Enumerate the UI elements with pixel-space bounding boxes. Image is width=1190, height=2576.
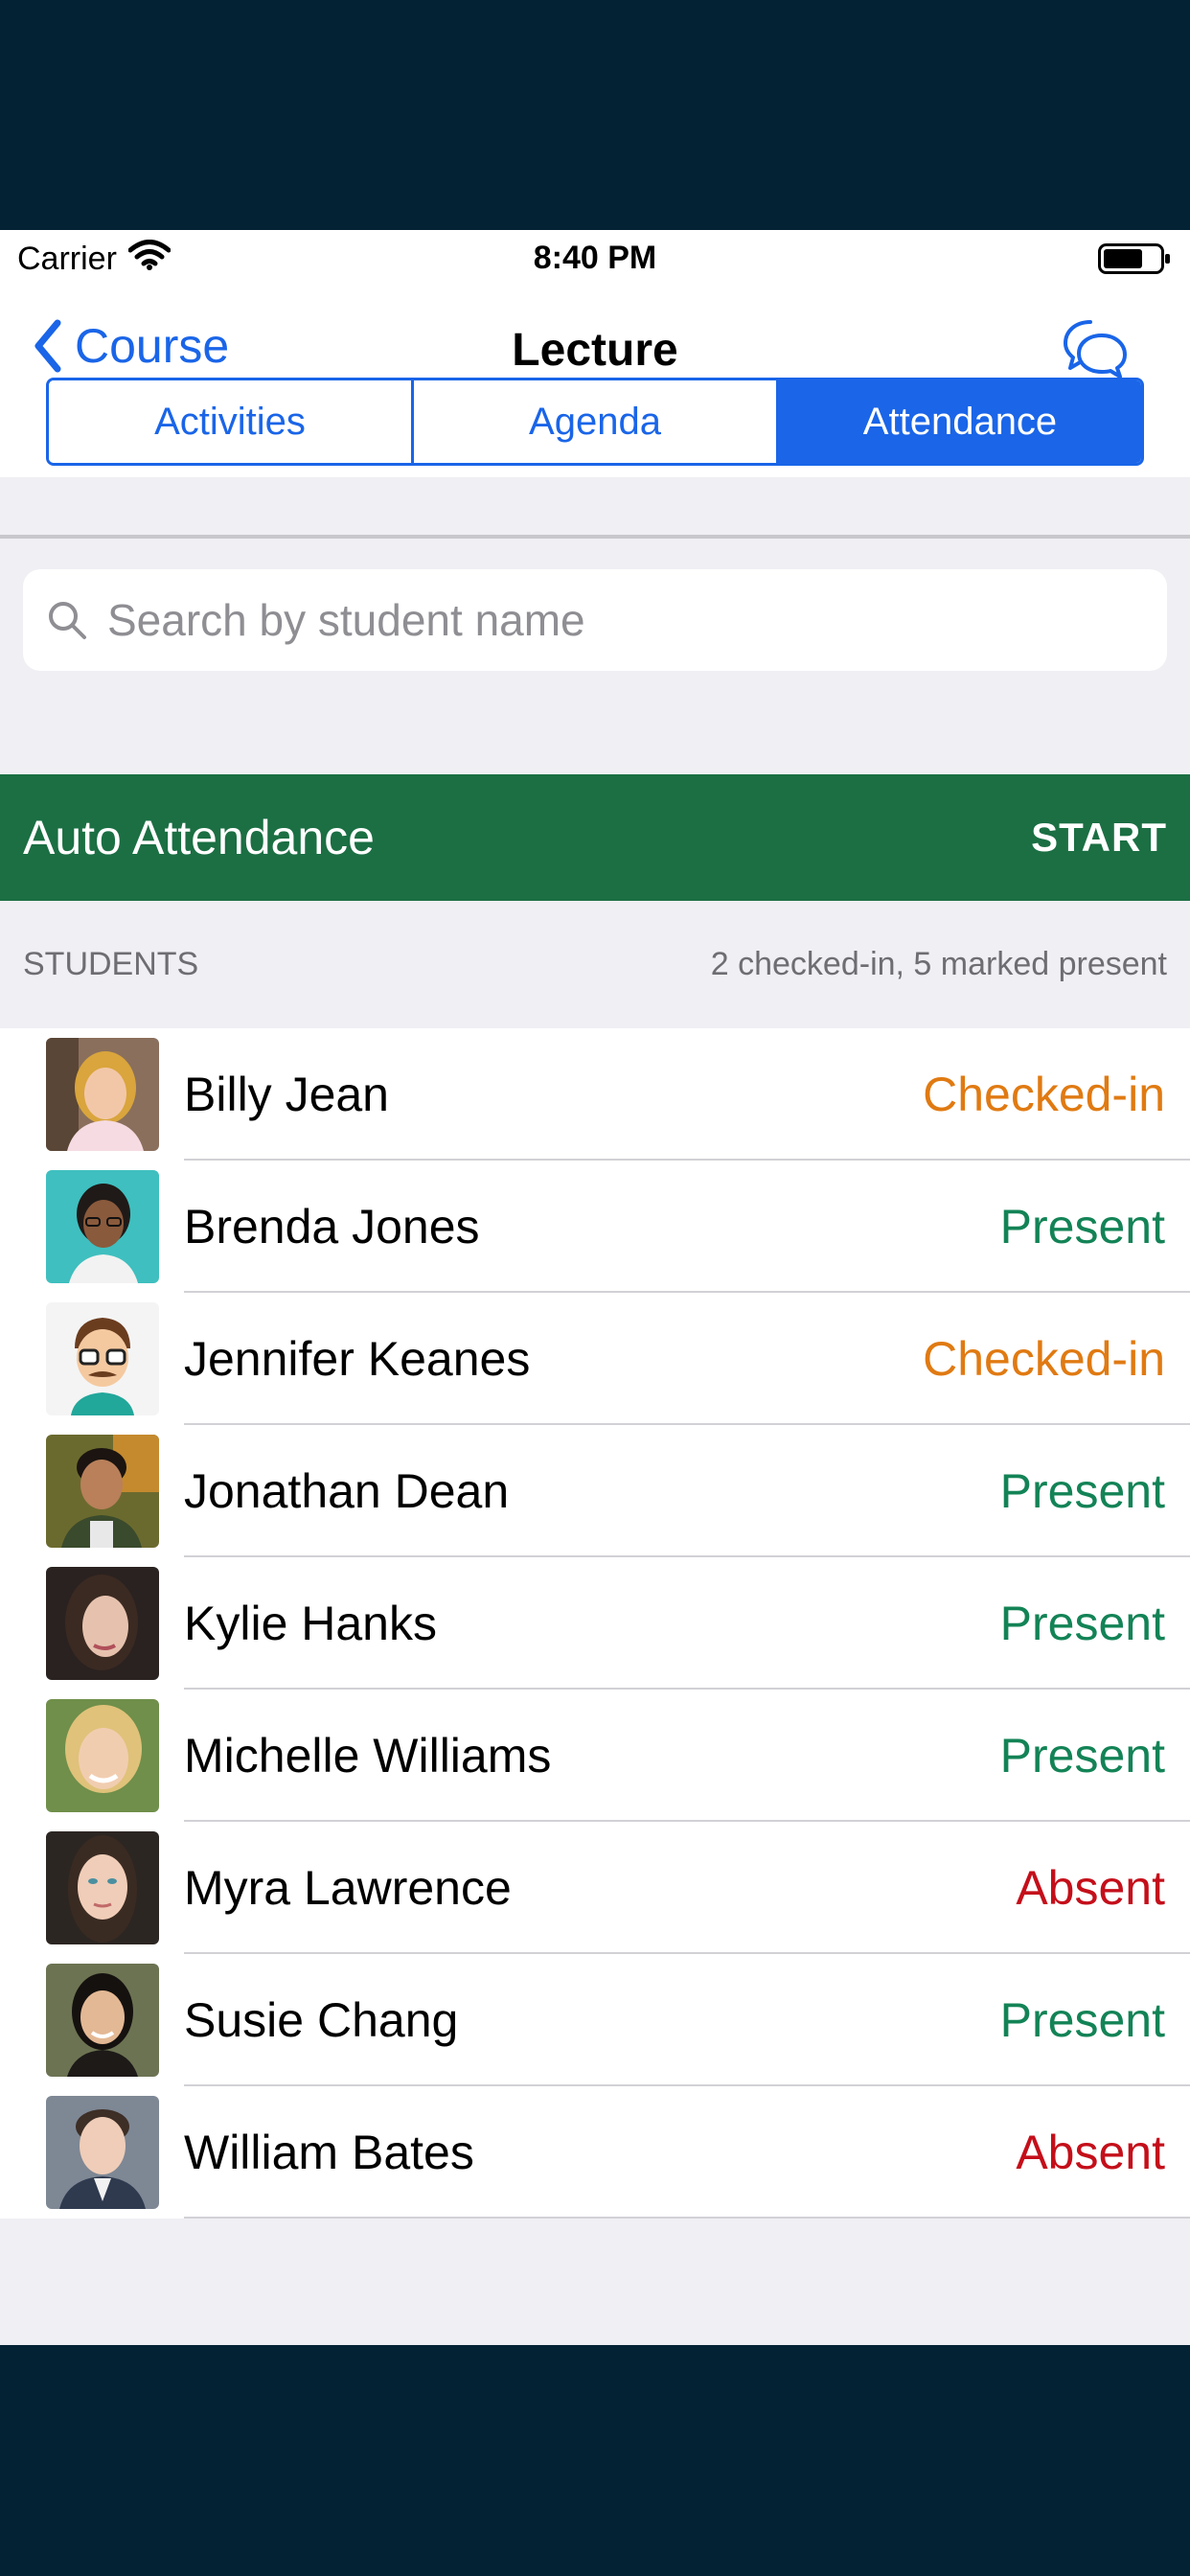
search-input[interactable] bbox=[107, 594, 1065, 646]
attendance-status[interactable]: Present bbox=[1000, 1690, 1165, 1822]
chat-bubbles-icon[interactable] bbox=[1062, 316, 1129, 380]
attendance-status[interactable]: Absent bbox=[1016, 1822, 1165, 1954]
avatar bbox=[46, 1038, 159, 1151]
attendance-status[interactable]: Present bbox=[1000, 1954, 1165, 2086]
student-name: Susie Chang bbox=[184, 1993, 459, 2047]
status-bar: Carrier 8:40 PM bbox=[0, 230, 1190, 286]
student-row[interactable]: Billy Jean Checked-in bbox=[0, 1028, 1190, 1161]
avatar bbox=[46, 1435, 159, 1548]
student-row[interactable]: William Bates Absent bbox=[0, 2086, 1190, 2219]
clock: 8:40 PM bbox=[533, 240, 657, 276]
tab-activities[interactable]: Activities bbox=[49, 380, 411, 463]
student-row[interactable]: Myra Lawrence Absent bbox=[0, 1822, 1190, 1954]
battery-icon bbox=[1098, 243, 1171, 274]
search-bar[interactable] bbox=[23, 569, 1167, 671]
attendance-status[interactable]: Checked-in bbox=[923, 1028, 1165, 1161]
student-name: Jennifer Keanes bbox=[184, 1332, 531, 1386]
student-name: William Bates bbox=[184, 2126, 474, 2179]
auto-attendance-label: Auto Attendance bbox=[23, 811, 375, 864]
start-button[interactable]: START bbox=[1031, 815, 1167, 861]
student-row[interactable]: Jonathan Dean Present bbox=[0, 1425, 1190, 1557]
auto-attendance-bar: Auto Attendance START bbox=[0, 774, 1190, 901]
attendance-status[interactable]: Checked-in bbox=[923, 1293, 1165, 1425]
app-screen: Carrier 8:40 PM Course Lecture Activitie… bbox=[0, 230, 1190, 2345]
attendance-summary: 2 checked-in, 5 marked present bbox=[710, 946, 1167, 982]
student-name: Myra Lawrence bbox=[184, 1861, 512, 1915]
search-icon bbox=[49, 602, 86, 639]
avatar bbox=[46, 1964, 159, 2077]
student-row[interactable]: Jennifer Keanes Checked-in bbox=[0, 1293, 1190, 1425]
avatar bbox=[46, 1567, 159, 1680]
student-name: Billy Jean bbox=[184, 1068, 389, 1121]
nav-divider bbox=[0, 535, 1190, 539]
student-name: Kylie Hanks bbox=[184, 1597, 437, 1650]
row-divider bbox=[184, 2217, 1190, 2219]
avatar bbox=[46, 1170, 159, 1283]
tab-attendance[interactable]: Attendance bbox=[776, 380, 1141, 463]
student-name: Michelle Williams bbox=[184, 1729, 552, 1782]
avatar bbox=[46, 1831, 159, 1944]
segmented-tabs: Activities Agenda Attendance bbox=[46, 378, 1144, 466]
student-row[interactable]: Kylie Hanks Present bbox=[0, 1557, 1190, 1690]
avatar bbox=[46, 1699, 159, 1812]
students-section-header: STUDENTS 2 checked-in, 5 marked present bbox=[0, 901, 1190, 1028]
student-name: Jonathan Dean bbox=[184, 1464, 510, 1518]
page-title: Lecture bbox=[512, 325, 678, 376]
tab-agenda[interactable]: Agenda bbox=[411, 380, 776, 463]
student-row[interactable]: Brenda Jones Present bbox=[0, 1161, 1190, 1293]
student-row[interactable]: Susie Chang Present bbox=[0, 1954, 1190, 2086]
student-list: Billy Jean Checked-in Brenda Jones Prese… bbox=[0, 1028, 1190, 2219]
attendance-status[interactable]: Present bbox=[1000, 1557, 1165, 1690]
attendance-status[interactable]: Present bbox=[1000, 1425, 1165, 1557]
student-row[interactable]: Michelle Williams Present bbox=[0, 1690, 1190, 1822]
avatar bbox=[46, 1302, 159, 1415]
avatar bbox=[46, 2096, 159, 2209]
attendance-status[interactable]: Absent bbox=[1016, 2086, 1165, 2219]
section-title: STUDENTS bbox=[23, 946, 199, 982]
attendance-status[interactable]: Present bbox=[1000, 1161, 1165, 1293]
student-name: Brenda Jones bbox=[184, 1200, 480, 1254]
